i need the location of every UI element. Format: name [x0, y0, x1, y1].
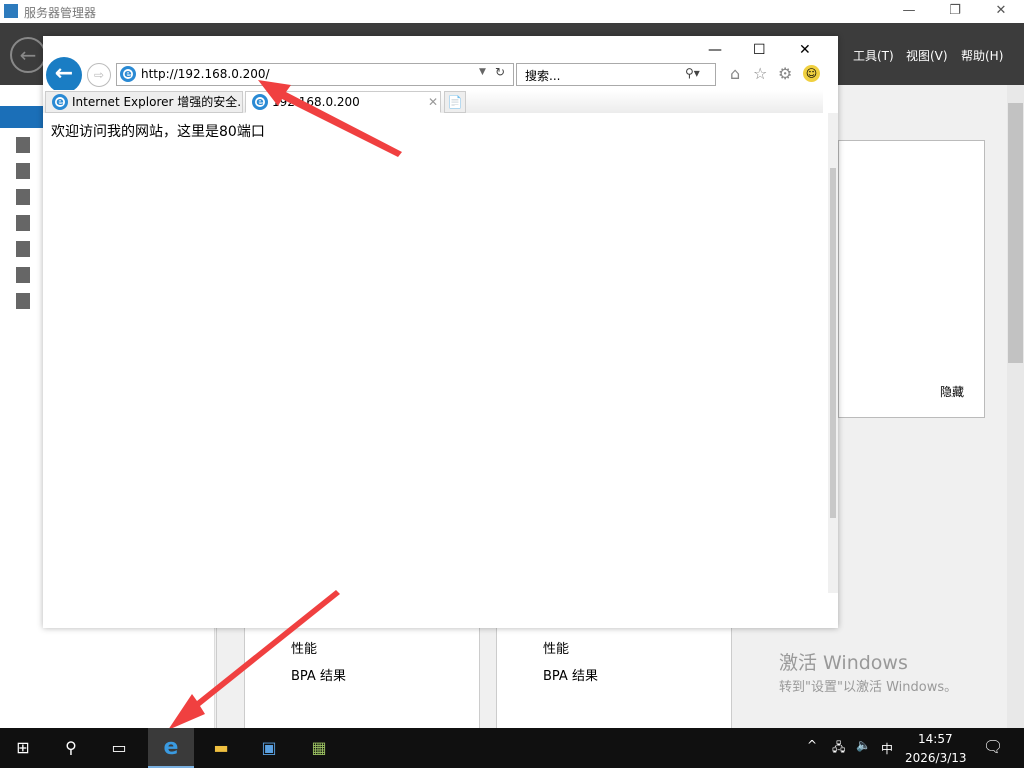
file-explorer-icon[interactable]: ▬ [198, 728, 244, 768]
tray-chevron-icon[interactable]: ^ [807, 738, 817, 752]
iis-manager-taskbar-icon[interactable]: ▦ [296, 728, 342, 768]
clock-date[interactable]: 2026/3/13 [905, 751, 967, 765]
arrow-to-ie-taskbar [168, 590, 340, 730]
annotation-arrows [168, 80, 402, 730]
action-center-icon[interactable]: 🗨 [983, 737, 1003, 756]
network-warning-icon[interactable]: 🖧 [832, 738, 845, 759]
ime-indicator[interactable]: 中 [881, 740, 893, 757]
task-view-icon[interactable]: ▭ [96, 728, 142, 768]
start-button[interactable]: ⊞ [0, 728, 46, 768]
volume-muted-icon[interactable]: 🔈 [856, 738, 871, 752]
clock-time[interactable]: 14:57 [918, 732, 953, 746]
server-manager-taskbar-icon[interactable]: ▣ [246, 728, 292, 768]
ie-taskbar-icon[interactable]: e [148, 728, 194, 768]
search-taskbar-icon[interactable]: ⚲ [48, 728, 94, 768]
arrow-to-address [258, 80, 402, 157]
